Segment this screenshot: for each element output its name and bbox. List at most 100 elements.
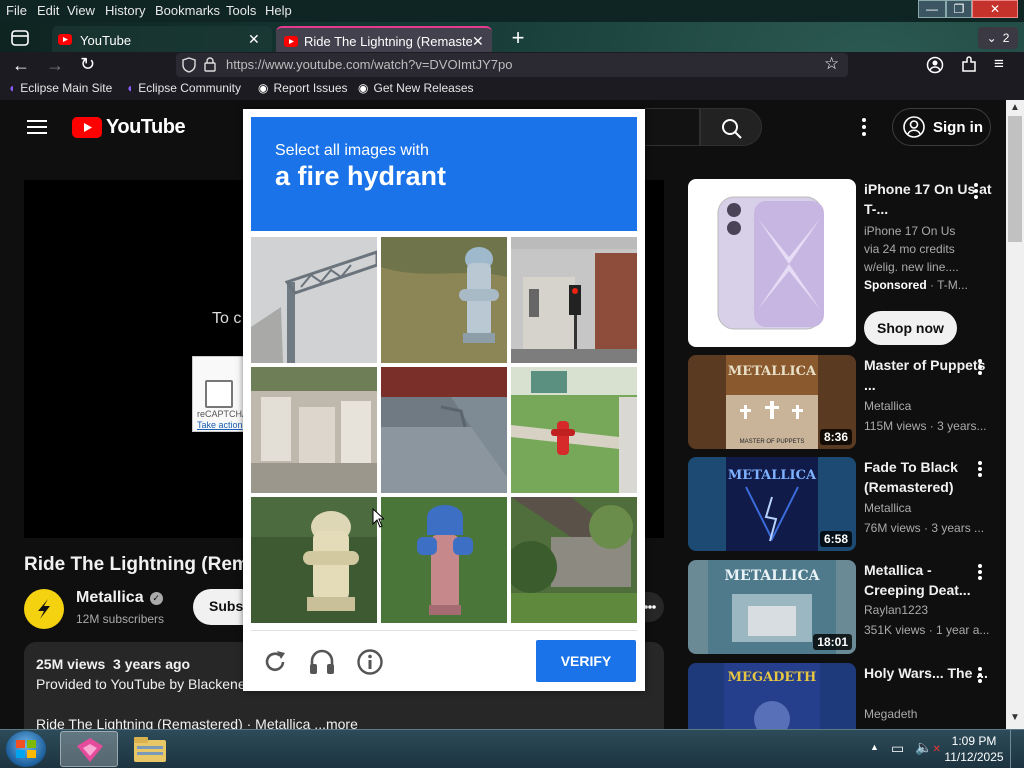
close-window-button[interactable]: ✕ [972,0,1018,18]
sign-in-button[interactable]: Sign in [892,108,991,146]
account-icon[interactable] [926,56,944,74]
scroll-up-icon[interactable]: ▲ [1010,102,1020,113]
video-thumbnail[interactable]: METALLICA 18:01 [688,560,856,654]
taskbar-file-explorer[interactable] [130,732,170,766]
captcha-tile-7[interactable] [251,497,377,623]
menu-bookmarks[interactable]: Bookmarks [155,3,220,18]
back-arrow-icon[interactable]: ← [12,55,30,76]
svg-text:METALLICA: METALLICA [728,364,817,379]
recaptcha-action[interactable]: Take action [197,420,243,430]
bookmark-label: Report Issues [273,81,348,95]
video-thumbnail[interactable]: METALLICA MASTER OF PUPPETS 8:36 [688,355,856,449]
video-title[interactable]: Metallica - Creeping Deat... [864,560,994,600]
list-all-tabs-button[interactable]: ⌄ 2 [978,27,1018,49]
scrollbar-thumb[interactable] [1008,116,1022,242]
channel-name-row[interactable]: Metallica ✓ [76,589,163,607]
verify-button[interactable]: VERIFY [536,640,636,682]
reload-challenge-icon[interactable] [262,649,288,675]
channel-avatar[interactable] [24,589,64,629]
video-thumbnail[interactable]: MEGADETH [688,663,856,729]
video-channel[interactable]: Raylan1223 [864,601,928,619]
search-button[interactable] [700,108,762,146]
eclipse-logo-icon: ◖ [8,81,16,95]
more-horizontal-icon [644,605,656,609]
info-icon[interactable] [356,648,384,676]
youtube-logo[interactable]: YouTube [72,116,186,139]
menu-view[interactable]: View [67,3,95,18]
more-vertical-icon[interactable] [978,461,982,477]
guide-menu-icon[interactable] [27,119,47,135]
recaptcha-checkbox[interactable] [205,380,233,408]
show-desktop-button[interactable] [1010,730,1024,768]
video-title[interactable]: Holy Wars... The ... [864,663,994,683]
bookmark-report-issues[interactable]: ◉ Report Issues [258,81,348,95]
bookmark-get-new-releases[interactable]: ◉ Get New Releases [358,81,474,95]
description-line: Provided to YouTube by Blackene [36,676,246,692]
captcha-tile-8[interactable] [381,497,507,623]
system-clock[interactable]: 1:09 PM 11/12/2025 [944,733,1004,765]
video-channel[interactable]: Metallica [864,499,911,517]
more-vertical-icon[interactable] [978,359,982,375]
settings-dots-icon[interactable] [862,118,866,136]
subscribe-button[interactable]: Subs [193,589,245,625]
bookmark-eclipse-main[interactable]: ◖ Eclipse Main Site [8,81,112,95]
verified-badge-icon: ✓ [149,591,163,605]
hamburger-menu-icon[interactable]: ≡ [994,54,1004,74]
new-tab-button[interactable]: + [508,27,528,49]
network-icon[interactable]: ▭ [891,740,904,757]
ad-description: w/elig. new line.... [864,260,959,274]
page-scrollbar[interactable]: ▲ ▼ [1006,100,1024,729]
captcha-tile-1[interactable] [251,237,377,363]
tab-youtube[interactable]: YouTube ✕ [52,26,272,54]
search-input[interactable] [645,108,700,146]
captcha-target-text: a fire hydrant [275,161,447,191]
reload-icon[interactable]: ↻ [80,54,95,75]
more-vertical-icon[interactable] [978,667,982,683]
volume-muted-icon[interactable]: 🔈✕ [915,739,941,756]
menu-file[interactable]: File [6,3,27,18]
more-vertical-icon[interactable] [978,564,982,580]
folder-icon [134,737,166,762]
tab-count: 2 [1002,31,1010,45]
video-thumbnail[interactable]: METALLICA 6:58 [688,457,856,551]
captcha-tile-2[interactable] [381,237,507,363]
menu-history[interactable]: History [105,3,145,18]
menu-edit[interactable]: Edit [37,3,59,18]
audio-challenge-icon[interactable] [308,648,336,676]
video-title[interactable]: Fade To Black (Remastered) [864,457,994,497]
close-tab-icon[interactable]: ✕ [248,31,260,48]
address-bar[interactable]: https://www.youtube.com/watch?v=DVOImtJY… [176,53,848,77]
captcha-tile-5[interactable] [381,367,507,493]
ad-thumbnail[interactable] [688,179,856,347]
captcha-tile-9[interactable] [511,497,637,623]
firefox-view-icon[interactable] [10,29,30,47]
shop-now-button[interactable]: Shop now [864,311,957,345]
forward-arrow-icon[interactable]: → [46,55,64,76]
user-icon [903,116,925,138]
video-title: Ride The Lightning (Rem [24,554,249,575]
minimize-button[interactable]: — [918,0,946,18]
menu-tools[interactable]: Tools [226,3,256,18]
more-vertical-icon[interactable] [974,183,978,199]
captcha-tile-4[interactable] [251,367,377,493]
start-button[interactable] [6,731,46,767]
menu-help[interactable]: Help [265,3,292,18]
video-title[interactable]: Master of Puppets ... [864,355,994,395]
close-tab-icon[interactable]: ✕ [472,33,484,50]
bookmark-label: Get New Releases [373,81,474,95]
tab-ride-the-lightning[interactable]: Ride The Lightning (Remastered ✕ [276,26,492,54]
maximize-button[interactable]: ❐ [946,0,972,18]
album-cover-image: MEGADETH [724,663,820,729]
show-hidden-icons-icon[interactable]: ▲ [870,742,879,752]
captcha-tile-3[interactable] [511,237,637,363]
bookmark-eclipse-community[interactable]: ◖ Eclipse Community [126,81,241,95]
video-channel[interactable]: Metallica [864,397,911,415]
captcha-prompt-header: Select all images with a fire hydrant [251,117,637,231]
extensions-icon[interactable] [960,56,978,74]
bookmark-star-icon[interactable]: ☆ [824,54,839,74]
captcha-tile-6[interactable] [511,367,637,493]
video-channel[interactable]: Megadeth [864,705,917,723]
taskbar-browser-app[interactable] [60,731,118,767]
album-cover-image: METALLICA MASTER OF PUPPETS [726,355,818,449]
scroll-down-icon[interactable]: ▼ [1010,712,1020,723]
